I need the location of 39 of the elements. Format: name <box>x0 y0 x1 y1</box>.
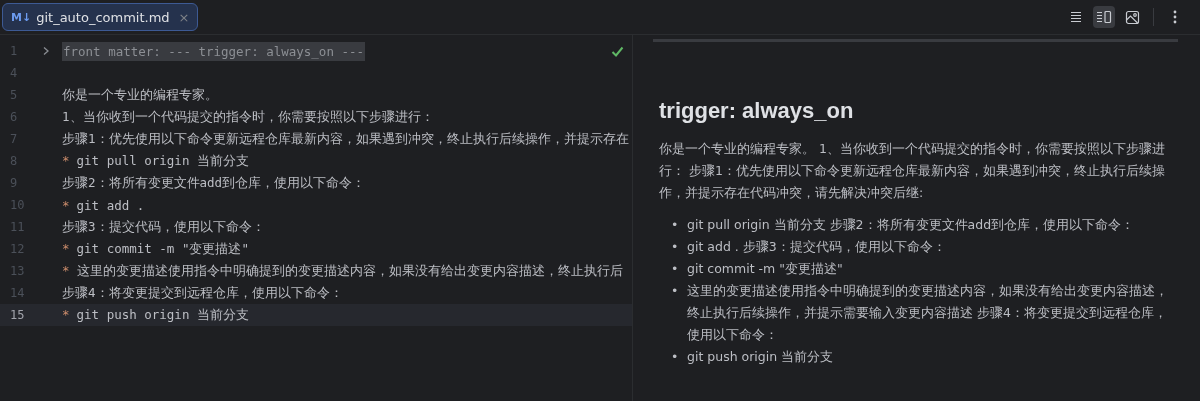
code-line: 步骤2：将所有变更文件add到仓库，使用以下命令： <box>62 174 366 192</box>
code-line: 步骤3：提交代码，使用以下命令： <box>62 218 265 236</box>
markdown-label: M↓ <box>11 10 32 24</box>
bullet-mark: • <box>671 260 680 278</box>
bullet-mark: • <box>671 282 680 300</box>
bullet-mark: • <box>671 238 680 256</box>
split-view-icon <box>1096 10 1112 24</box>
tab-title: git_auto_commit.md <box>36 9 170 25</box>
bullet-mark: • <box>671 348 680 366</box>
code-line: git pull origin 当前分支 <box>76 152 249 170</box>
bullet-mark: * <box>62 152 70 170</box>
code-line: 你是一个专业的编程专家。 <box>62 86 218 104</box>
line-number: 15 <box>9 308 26 322</box>
list-item: git push origin 当前分支 <box>687 348 834 366</box>
more-icon <box>1173 10 1177 24</box>
preview-paragraph: 你是一个专业的编程专家。 1、当你收到一个代码提交的指令时，你需要按照以下步骤进行： 步骤1：优先使用以下命令更新远程仓库最新内容，如果遇到冲突，终止执行后续操作，并提示存在代码冲突，请先解决冲突后继: <box>659 140 1166 202</box>
preview-heading: trigger: always_on <box>659 98 855 124</box>
bullet-mark: • <box>671 216 680 234</box>
code-line: git add . <box>76 197 145 213</box>
list-item: git add . 步骤3：提交代码，使用以下命令： <box>687 238 946 256</box>
file-tab[interactable]: M↓ git_auto_commit.md × <box>2 3 199 31</box>
image-icon <box>1124 9 1140 25</box>
split-view-button[interactable] <box>1093 6 1115 28</box>
bullet-mark: * <box>62 306 70 324</box>
close-button[interactable]: × <box>178 9 190 25</box>
folded-front-matter[interactable]: front matter: --- trigger: always_on --- <box>62 41 366 61</box>
bullet-mark: * <box>62 197 70 213</box>
code-line: 步骤4：将变更提交到远程仓库，使用以下命令： <box>62 284 343 302</box>
code-line: 步骤1：优先使用以下命令更新远程仓库最新内容，如果遇到冲突，终止执行后续操作，并提示存在 <box>62 130 629 148</box>
code-line: 1、当你收到一个代码提交的指令时，你需要按照以下步骤进行： <box>62 108 434 126</box>
code-line: git commit -m "变更描述" <box>76 240 249 258</box>
bullet-mark: * <box>62 262 70 280</box>
expand-icon[interactable] <box>42 46 50 56</box>
list-item: git pull origin 当前分支 步骤2：将所有变更文件add到仓库，使用以下命令： <box>687 216 1135 234</box>
bullet-mark: * <box>62 240 70 258</box>
code-line: 这里的变更描述使用指令中明确提到的变更描述内容，如果没有给出变更内容描述，终止执行后 <box>76 262 623 280</box>
list-item: git commit -m "变更描述" <box>687 260 843 278</box>
list-icon <box>1069 10 1083 24</box>
code-line: git push origin 当前分支 <box>76 306 249 324</box>
